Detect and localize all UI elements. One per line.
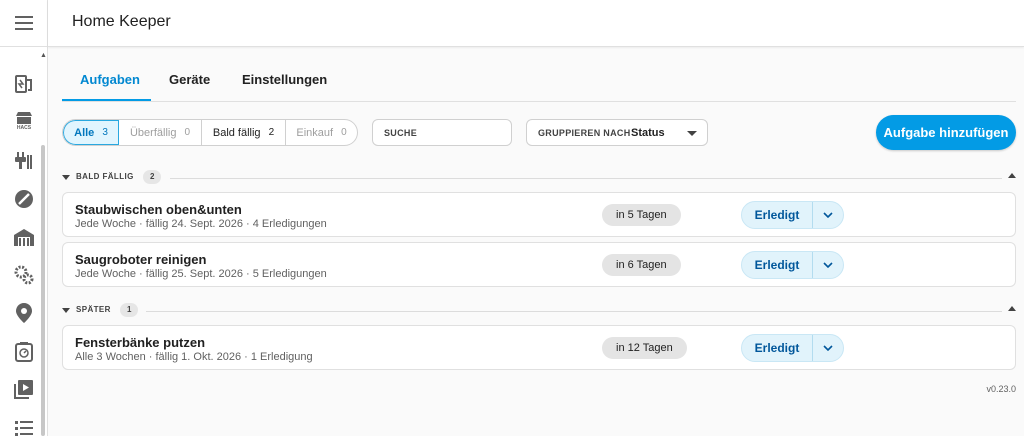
group-by-label: GRUPPIEREN NACH: [538, 128, 631, 138]
chevron-down-icon[interactable]: [813, 202, 843, 228]
done-split-button: Erledigt: [741, 334, 844, 362]
filter-chip-count: 3: [102, 127, 108, 138]
gears-icon[interactable]: [13, 264, 35, 286]
filter-chip-count: 0: [341, 127, 347, 138]
tab-einstellungen[interactable]: Einstellungen: [242, 72, 327, 87]
filter-chip-group: Alle 3 Überfällig 0 Bald fällig 2 Einkau…: [62, 119, 358, 146]
sidebar: ▲ HACS: [0, 0, 48, 436]
version-label: v0.23.0: [986, 384, 1016, 394]
task-meta: Alle 3 Wochen · fällig 1. Okt. 2026 · 1 …: [75, 351, 313, 363]
task-card[interactable]: Saugroboter reinigen Jede Woche · fällig…: [62, 242, 1016, 287]
collapse-triangle-icon[interactable]: [62, 175, 70, 180]
map-marker-icon[interactable]: [13, 302, 35, 324]
group-by-select[interactable]: GRUPPIEREN NACH Status: [526, 119, 708, 146]
timer-icon[interactable]: [13, 341, 35, 363]
tab-aufgaben[interactable]: Aufgaben: [80, 72, 140, 87]
add-task-button[interactable]: Aufgabe hinzufügen: [876, 115, 1016, 150]
collapse-triangle-icon[interactable]: [62, 308, 70, 313]
dropdown-caret-icon: [687, 131, 697, 136]
task-meta: Jede Woche · fällig 25. Sept. 2026 · 5 E…: [75, 268, 327, 280]
group-count-badge: 1: [120, 303, 139, 317]
done-split-button: Erledigt: [741, 251, 844, 279]
filter-chip-due-soon[interactable]: Bald fällig 2: [202, 120, 286, 145]
chevron-up-icon[interactable]: [1008, 173, 1016, 178]
group-count-badge: 2: [143, 170, 162, 184]
hacs-label: HACS: [16, 125, 32, 131]
tab-bar: Aufgaben Geräte Einstellungen: [62, 60, 1016, 102]
task-name: Fensterbänke putzen: [75, 335, 206, 350]
filter-chip-label: Überfällig: [129, 126, 177, 139]
chevron-down-icon[interactable]: [813, 335, 843, 361]
app-header: Home Keeper: [48, 0, 1024, 47]
chevron-down-icon[interactable]: [813, 252, 843, 278]
compass-icon[interactable]: [13, 188, 35, 210]
task-name: Staubwischen oben&unten: [75, 202, 242, 217]
hamburger-menu-icon[interactable]: [12, 12, 36, 34]
media-icon[interactable]: [13, 378, 35, 400]
filter-chip-all[interactable]: Alle 3: [63, 120, 119, 145]
group-title: SPÄTER: [76, 305, 111, 314]
tab-geraete[interactable]: Geräte: [169, 72, 210, 87]
task-card[interactable]: Staubwischen oben&unten Jede Woche · fäl…: [62, 192, 1016, 237]
filter-chip-label: Bald fällig: [212, 126, 261, 139]
due-badge: in 12 Tagen: [602, 337, 687, 359]
page-title: Home Keeper: [72, 13, 171, 30]
chevron-up-icon[interactable]: [1008, 306, 1016, 311]
filter-chip-label: Alle: [74, 126, 95, 139]
done-split-button: Erledigt: [741, 201, 844, 229]
active-tab-indicator: [62, 99, 151, 101]
warehouse-icon[interactable]: [13, 226, 35, 248]
task-card[interactable]: Fensterbänke putzen Alle 3 Wochen · fäll…: [62, 325, 1016, 370]
filter-chip-count: 0: [184, 127, 191, 138]
hacs-icon[interactable]: HACS: [13, 110, 35, 132]
filter-chip-overdue[interactable]: Überfällig 0: [119, 120, 202, 145]
filter-chip-count: 2: [268, 127, 275, 138]
group-header-later: SPÄTER 1: [62, 303, 1016, 318]
due-badge: in 5 Tagen: [602, 204, 681, 226]
list-icon[interactable]: [13, 417, 35, 436]
done-button[interactable]: Erledigt: [742, 252, 813, 278]
due-badge: in 6 Tagen: [602, 254, 681, 276]
sidebar-divider: [0, 46, 48, 47]
search-input[interactable]: SUCHE: [372, 119, 512, 146]
filter-chip-shopping[interactable]: Einkauf 0: [286, 120, 357, 145]
group-title: BALD FÄLLIG: [76, 172, 134, 181]
energy-icon[interactable]: [13, 73, 35, 95]
group-header-due-soon: BALD FÄLLIG 2: [62, 170, 1016, 185]
group-by-value: Status: [631, 127, 665, 139]
scroll-up-arrow-icon[interactable]: ▲: [40, 52, 47, 59]
plug-icon[interactable]: [13, 150, 35, 172]
done-button[interactable]: Erledigt: [742, 202, 813, 228]
group-divider: [146, 311, 1002, 312]
task-name: Saugroboter reinigen: [75, 252, 207, 267]
done-button[interactable]: Erledigt: [742, 335, 813, 361]
task-meta: Jede Woche · fällig 24. Sept. 2026 · 4 E…: [75, 218, 327, 230]
filter-chip-label: Einkauf: [296, 126, 334, 139]
group-divider: [170, 178, 1002, 179]
sidebar-scrollbar[interactable]: [41, 145, 45, 436]
